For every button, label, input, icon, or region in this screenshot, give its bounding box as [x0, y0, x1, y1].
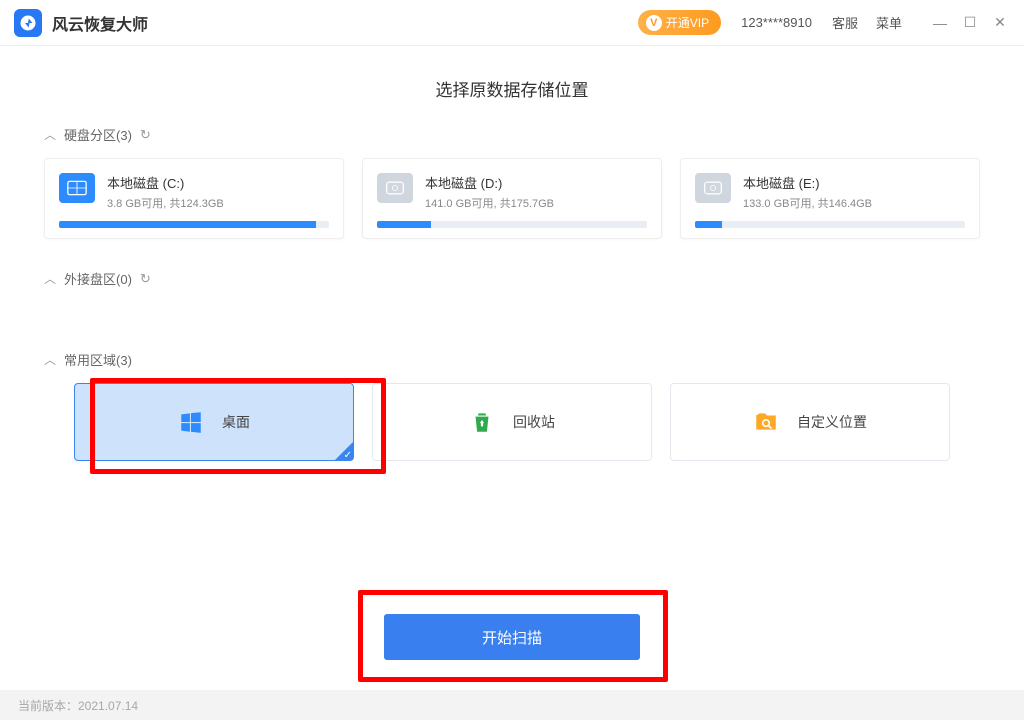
refresh-icon[interactable]: ↻	[140, 271, 151, 287]
area-desktop[interactable]: 桌面 ✓	[74, 383, 354, 461]
disk-progress	[377, 221, 647, 228]
chevron-up-icon: ︿	[44, 351, 56, 368]
version-label: 当前版本：2021.07.14	[18, 697, 138, 714]
area-recycle[interactable]: 回收站	[372, 383, 652, 461]
section-common-label: 常用区域(3)	[64, 350, 132, 369]
disk-icon	[377, 173, 413, 203]
windows-icon	[178, 409, 204, 435]
footer: 当前版本：2021.07.14	[0, 690, 1024, 720]
disk-name: 本地磁盘 (D:)	[425, 173, 554, 192]
disk-card-c[interactable]: 本地磁盘 (C:) 3.8 GB可用, 共124.3GB	[44, 158, 344, 239]
folder-search-icon	[753, 409, 779, 435]
support-button[interactable]: 客服	[832, 13, 858, 32]
disk-icon	[59, 173, 95, 203]
chevron-up-icon: ︿	[44, 126, 56, 143]
disk-info: 3.8 GB可用, 共124.3GB	[107, 195, 224, 211]
area-label: 桌面	[222, 412, 250, 432]
page-title: 选择原数据存储位置	[44, 76, 980, 101]
section-external-label: 外接盘区(0)	[64, 269, 132, 288]
disk-card-e[interactable]: 本地磁盘 (E:) 133.0 GB可用, 共146.4GB	[680, 158, 980, 239]
vip-label: 开通VIP	[666, 14, 709, 31]
app-logo-icon	[14, 9, 42, 37]
titlebar: 风云恢复大师 V 开通VIP 123****8910 客服 菜单 — ☐ ✕	[0, 0, 1024, 46]
disk-info: 141.0 GB可用, 共175.7GB	[425, 195, 554, 211]
section-common-header[interactable]: ︿ 常用区域(3)	[44, 350, 980, 369]
disk-name: 本地磁盘 (C:)	[107, 173, 224, 192]
area-row: 桌面 ✓ 回收站 自定义位置	[44, 383, 980, 461]
section-external-header[interactable]: ︿ 外接盘区(0) ↻	[44, 269, 980, 288]
disk-name: 本地磁盘 (E:)	[743, 173, 872, 192]
close-button[interactable]: ✕	[990, 14, 1010, 31]
app-title: 风云恢复大师	[52, 11, 148, 35]
user-id: 123****8910	[741, 15, 812, 30]
maximize-button[interactable]: ☐	[960, 14, 980, 31]
disk-icon	[695, 173, 731, 203]
vip-button[interactable]: V 开通VIP	[638, 10, 721, 35]
area-label: 自定义位置	[797, 412, 867, 432]
disk-row: 本地磁盘 (C:) 3.8 GB可用, 共124.3GB 本地磁盘 (D:) 1…	[44, 158, 980, 239]
checkmark-icon: ✓	[344, 450, 352, 461]
disk-info: 133.0 GB可用, 共146.4GB	[743, 195, 872, 211]
main-content: 选择原数据存储位置 ︿ 硬盘分区(3) ↻ 本地磁盘 (C:) 3.8 GB可用…	[0, 46, 1024, 461]
section-disks-label: 硬盘分区(3)	[64, 125, 132, 144]
disk-progress	[695, 221, 965, 228]
refresh-icon[interactable]: ↻	[140, 127, 151, 143]
area-custom[interactable]: 自定义位置	[670, 383, 950, 461]
recycle-icon	[469, 409, 495, 435]
section-disks-header[interactable]: ︿ 硬盘分区(3) ↻	[44, 125, 980, 144]
minimize-button[interactable]: —	[930, 15, 950, 31]
disk-progress	[59, 221, 329, 228]
disk-card-d[interactable]: 本地磁盘 (D:) 141.0 GB可用, 共175.7GB	[362, 158, 662, 239]
scan-button[interactable]: 开始扫描	[384, 614, 640, 660]
menu-button[interactable]: 菜单	[876, 13, 902, 32]
vip-check-icon: V	[646, 15, 662, 31]
chevron-up-icon: ︿	[44, 270, 56, 287]
area-label: 回收站	[513, 412, 555, 432]
